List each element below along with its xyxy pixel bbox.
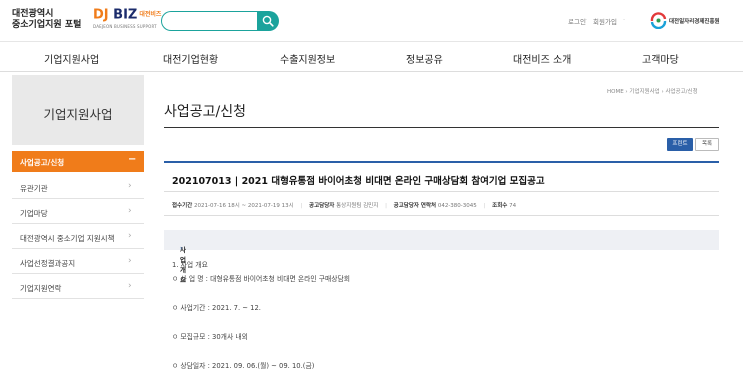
chevron-right-icon: › [128, 256, 132, 266]
body-text: ㅇ 사업기간 : 2021. 7. ~ 12. [172, 304, 261, 312]
chevron-right-icon: › [128, 181, 132, 191]
sidebar-item-label: 기업마당 [20, 209, 48, 218]
sidebar-item-label: 유관기관 [20, 184, 48, 193]
meta-separator: | [483, 203, 486, 209]
main-nav: 기업지원사업 대전기업현황 수출지원정보 정보공유 대전비즈 소개 고객마당 [0, 42, 743, 72]
portal-logo-line2: 중소기업지원 포털 [12, 20, 82, 30]
post-top-border [164, 161, 719, 163]
title-divider [164, 127, 719, 128]
search-input[interactable] [168, 13, 256, 29]
sidebar-item-announcement[interactable]: 사업공고/신청 − [12, 151, 144, 172]
meta-phone-label: 공고담당자 연락처 [393, 203, 437, 209]
login-link[interactable]: 로그인 [568, 16, 586, 26]
print-button[interactable]: 프린트 [667, 138, 693, 151]
center-emblem-icon [650, 12, 667, 29]
meta-manager: 통상지원팀 김민지 [336, 203, 379, 209]
meta-separator: | [300, 203, 303, 209]
sidebar-item-label: 대전광역시 중소기업 지원시책 [20, 234, 115, 243]
body-text: 1. 사업 개요 [172, 261, 208, 269]
post-title: 202107013 | 2021 대형유통점 바이어초청 비대면 온라인 구매상… [172, 176, 545, 187]
center-logo[interactable]: 대전일자리경제진흥원 [650, 12, 730, 30]
portal-logo[interactable]: 대전광역시 중소기업지원 포털 [12, 9, 84, 31]
nav-item-customer[interactable]: 고객마당 [642, 51, 679, 66]
util-separator: · [623, 16, 626, 24]
section-header: › 사업개요 [164, 230, 719, 284]
join-link[interactable]: 회원가입 [593, 16, 617, 26]
search-icon [262, 15, 274, 27]
meta-phone: 042-380-3045 [437, 203, 477, 209]
djbiz-logo-biz: BIZ [113, 7, 138, 23]
minus-icon: − [128, 154, 137, 165]
sidebar-item-label: 사업선정결과공지 [20, 259, 76, 268]
search-box [161, 11, 258, 31]
nav-item-export-info[interactable]: 수출지원정보 [280, 51, 335, 66]
nav-item-info-share[interactable]: 정보공유 [406, 51, 443, 66]
sidebar-item-selection-results[interactable]: 사업선정결과공지 › [12, 250, 144, 274]
sidebar-item-support-contacts[interactable]: 기업지원연락 › [12, 275, 144, 299]
body-text: ㅇ 상담일자 : 2021. 09. 06.(월) ~ 09. 10.(금) [172, 362, 315, 370]
sidebar-item-policies[interactable]: 대전광역시 중소기업 지원시책 › [12, 225, 144, 249]
chevron-right-icon: › [128, 231, 132, 241]
meta-views-label: 조회수 [492, 203, 508, 209]
djbiz-logo-dj: DJ [93, 7, 109, 23]
body-text: ㅇ 모집규모 : 30개사 내외 [172, 333, 248, 341]
util-separator: · [585, 16, 588, 24]
meta-divider [164, 191, 719, 192]
meta-period: 2021-07-16 18시 ~ 2021-07-19 13시 [194, 203, 294, 209]
meta-period-label: 접수기간 [172, 203, 193, 209]
page-title: 사업공고/신청 [164, 104, 246, 120]
chevron-right-icon: › [128, 281, 132, 291]
top-bar: 대전광역시 중소기업지원 포털 DJ BIZ 대전비즈 DAEJEON BUSIN… [0, 0, 743, 42]
nav-item-company-status[interactable]: 대전기업현황 [163, 51, 218, 66]
sidebar-header: 기업지원사업 [12, 75, 144, 145]
meta-views: 74 [509, 203, 517, 209]
search-button[interactable] [257, 11, 279, 31]
sidebar-item-related-orgs[interactable]: 유관기관 › [12, 175, 144, 199]
meta-divider [164, 215, 719, 216]
djbiz-logo[interactable]: DJ BIZ 대전비즈 DAEJEON BUSINESS SUPPORT [93, 7, 161, 29]
portal-logo-line1: 대전광역시 [12, 9, 54, 19]
post-meta: 접수기간 2021-07-16 18시 ~ 2021-07-19 13시 | 공… [172, 201, 516, 209]
nav-item-business-support[interactable]: 기업지원사업 [44, 51, 99, 66]
meta-manager-label: 공고담당자 [309, 203, 335, 209]
djbiz-logo-kr: 대전비즈 [139, 11, 162, 18]
sidebar-title: 기업지원사업 [43, 107, 113, 122]
nav-item-about[interactable]: 대전비즈 소개 [513, 51, 571, 66]
sidebar-item-bizinfo[interactable]: 기업마당 › [12, 200, 144, 224]
list-button[interactable]: 목록 [695, 138, 719, 151]
meta-separator: | [385, 203, 387, 209]
sidebar-item-label: 사업공고/신청 [20, 158, 65, 167]
chevron-right-icon: › [128, 206, 132, 216]
body-text: ㅇ 사 업 명 : 대형유통점 바이어초청 비대면 온라인 구매상담회 [172, 275, 351, 283]
djbiz-logo-sub: DAEJEON BUSINESS SUPPORT [93, 23, 157, 29]
breadcrumb: HOME › 기업지원사업 › 사업공고/신청 [607, 89, 698, 95]
sidebar-item-label: 기업지원연락 [20, 284, 62, 293]
djbiz-logo-text: DJ BIZ 대전비즈 [93, 7, 161, 23]
center-name: 대전일자리경제진흥원 [669, 19, 720, 25]
